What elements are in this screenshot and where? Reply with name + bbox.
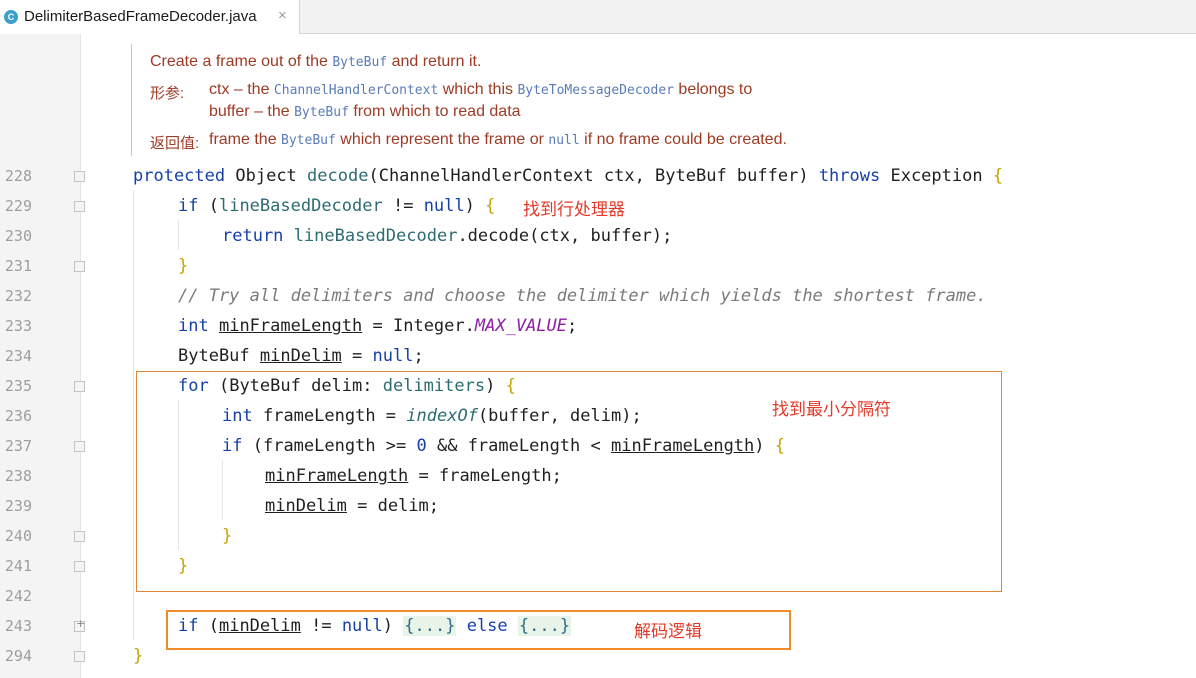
- javadoc-panel: Create a frame out of the ByteBuf and re…: [131, 44, 1192, 156]
- highlight-box-decode: [166, 610, 791, 650]
- annotation-line-decoder: 找到行处理器: [523, 200, 625, 220]
- tab-delimiter-decoder[interactable]: C DelimiterBasedFrameDecoder.java ×: [0, 0, 300, 34]
- line-number: 242: [4, 587, 32, 605]
- code-line-232-comment[interactable]: // Try all delimiters and choose the del…: [178, 286, 987, 306]
- line-number: 228: [4, 167, 32, 185]
- line-number: 229: [4, 197, 32, 215]
- fold-marker[interactable]: [74, 261, 85, 272]
- fold-marker[interactable]: [74, 441, 85, 452]
- code-line-234[interactable]: ByteBuf minDelim = null;: [178, 346, 424, 366]
- editor-tab-bar: C DelimiterBasedFrameDecoder.java ×: [0, 0, 1196, 34]
- line-number: 231: [4, 257, 32, 275]
- highlight-box-for-loop: [136, 371, 1002, 592]
- line-number: 233: [4, 317, 32, 335]
- line-number: 294: [4, 647, 32, 665]
- close-icon[interactable]: ×: [278, 7, 287, 24]
- line-number: 243: [4, 617, 32, 635]
- doc-returns-label: 返回值:: [150, 135, 200, 152]
- fold-marker[interactable]: [74, 651, 85, 662]
- code-line-294[interactable]: }: [133, 646, 143, 666]
- fold-marker[interactable]: [74, 561, 85, 572]
- expand-fold-marker[interactable]: [74, 617, 85, 632]
- doc-summary: Create a frame out of the ByteBuf and re…: [150, 53, 482, 70]
- indent-guide: [133, 190, 134, 640]
- code-line-230[interactable]: return lineBasedDecoder.decode(ctx, buff…: [222, 226, 672, 246]
- code-line-229[interactable]: if (lineBasedDecoder != null) {: [178, 196, 495, 216]
- doc-param-ctx: ctx – the ChannelHandlerContext which th…: [209, 81, 753, 98]
- fold-marker[interactable]: [74, 381, 85, 392]
- line-number: 235: [4, 377, 32, 395]
- doc-params-label: 形参:: [150, 85, 185, 102]
- java-class-icon: C: [4, 10, 18, 24]
- code-line-231[interactable]: }: [178, 256, 188, 276]
- line-number: 236: [4, 407, 32, 425]
- fold-marker[interactable]: [74, 171, 85, 182]
- doc-param-buffer: buffer – the ByteBuf from which to read …: [209, 103, 521, 120]
- code-line-233[interactable]: int minFrameLength = Integer.MAX_VALUE;: [178, 316, 577, 336]
- line-number: 230: [4, 227, 32, 245]
- tab-title: DelimiterBasedFrameDecoder.java: [24, 8, 257, 25]
- line-number: 234: [4, 347, 32, 365]
- fold-marker[interactable]: [74, 531, 85, 542]
- fold-marker[interactable]: [74, 201, 85, 212]
- indent-guide: [178, 220, 179, 250]
- line-number: 241: [4, 557, 32, 575]
- line-number: 239: [4, 497, 32, 515]
- doc-returns: frame the ByteBuf which represent the fr…: [209, 131, 787, 148]
- code-line-228[interactable]: protected Object decode(ChannelHandlerCo…: [133, 166, 1003, 186]
- line-number: 232: [4, 287, 32, 305]
- line-number: 240: [4, 527, 32, 545]
- line-number: 238: [4, 467, 32, 485]
- gutter-separator: [80, 34, 81, 678]
- line-number: 237: [4, 437, 32, 455]
